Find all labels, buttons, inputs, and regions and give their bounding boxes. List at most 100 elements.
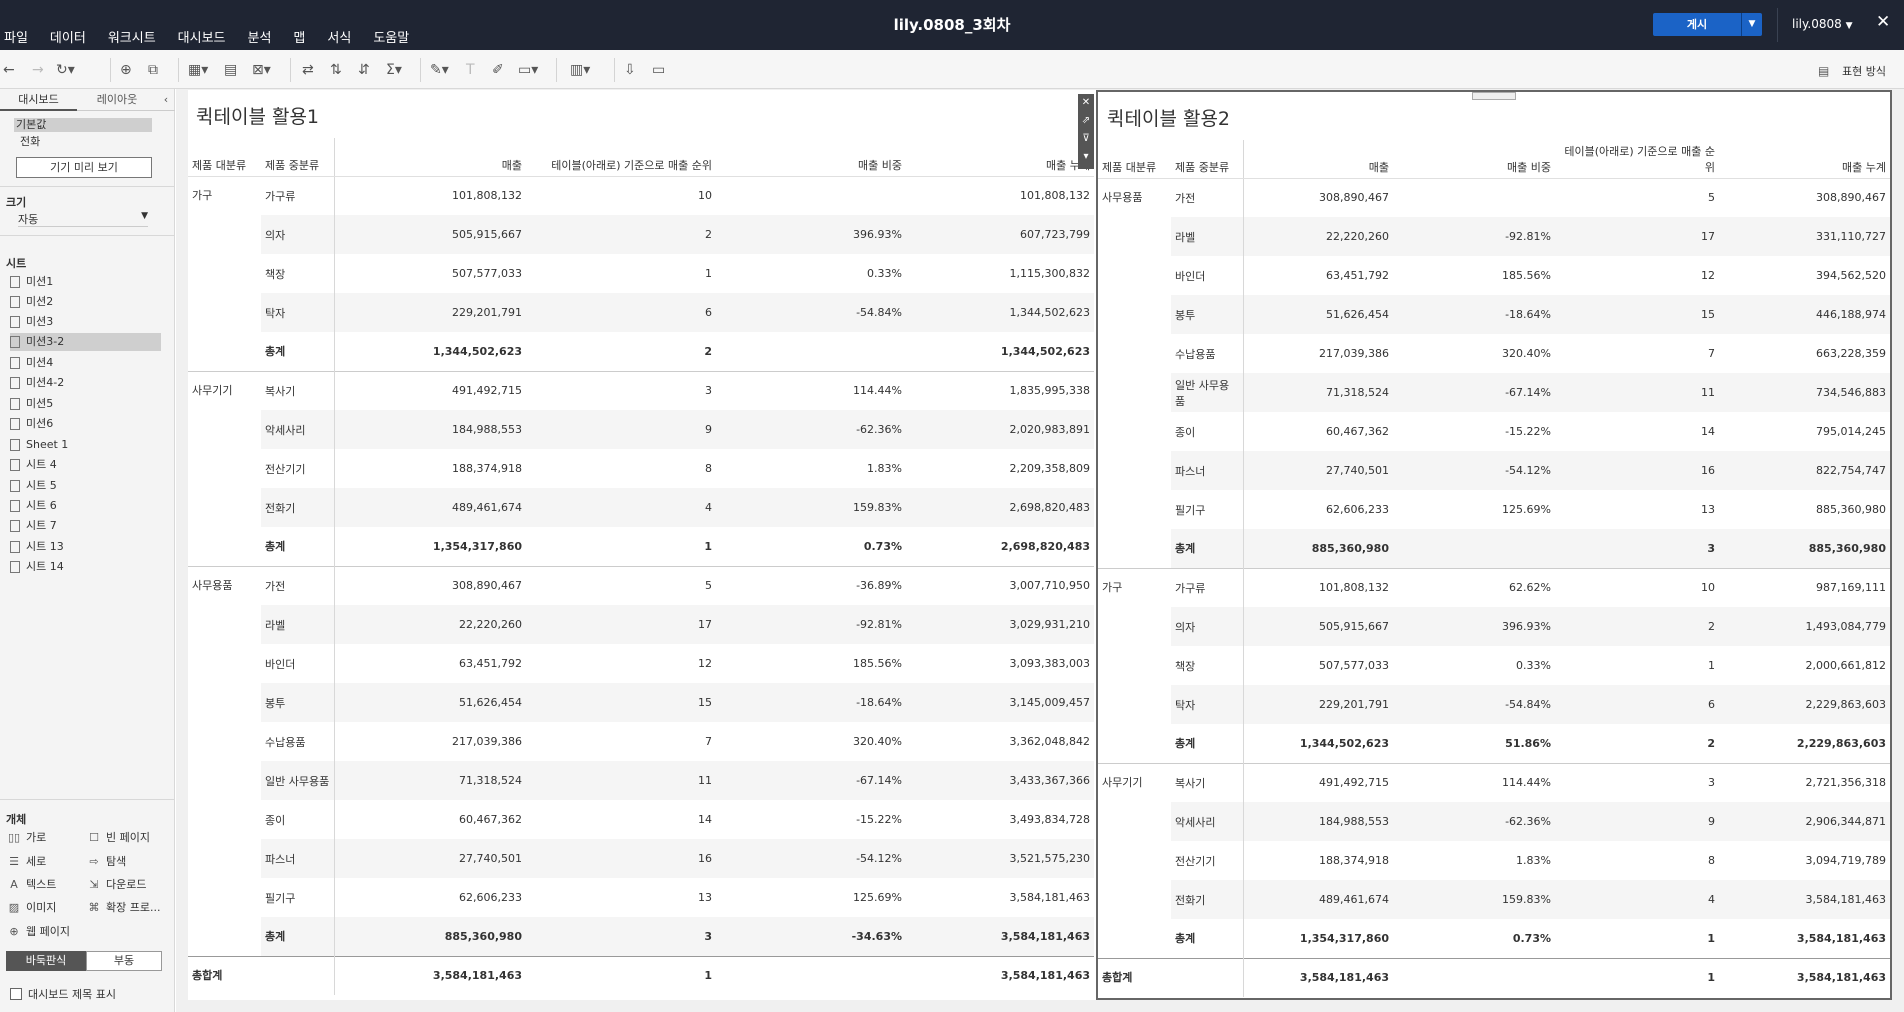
menu-dashboard[interactable]: 대시보드	[178, 27, 226, 46]
value-cell[interactable]: 188,374,918	[1243, 841, 1393, 880]
sheet-item[interactable]: 미션3	[10, 313, 53, 331]
device-phone[interactable]: 전화	[20, 133, 40, 149]
value-cell[interactable]: 14	[1555, 412, 1719, 451]
fit-icon[interactable]: ▭▾	[518, 62, 538, 78]
value-cell[interactable]: 3,094,719,789	[1719, 841, 1890, 880]
value-cell[interactable]: 8	[1555, 841, 1719, 880]
column-header[interactable]: 매출 누계	[1719, 140, 1890, 179]
category-cell[interactable]	[1098, 841, 1171, 880]
value-cell[interactable]: 4	[1555, 880, 1719, 919]
sheet-item[interactable]: 미션2	[10, 293, 53, 311]
menu-data[interactable]: 데이터	[50, 27, 86, 46]
column-header[interactable]: 매출 누계	[906, 138, 1094, 177]
column-header[interactable]: 테이블(아래로) 기준으로 매출 순위	[526, 138, 716, 177]
value-cell[interactable]: 3	[1555, 762, 1719, 802]
collapse-panel-icon[interactable]: ‹	[157, 89, 175, 111]
value-cell[interactable]: -54.12%	[1393, 451, 1555, 490]
value-cell[interactable]: 51,626,454	[334, 683, 526, 722]
value-cell[interactable]: 2	[1555, 724, 1719, 763]
category-cell[interactable]: 사무용품	[1098, 178, 1171, 217]
value-cell[interactable]: 489,461,674	[334, 488, 526, 527]
value-cell[interactable]: 10	[1555, 567, 1719, 607]
value-cell[interactable]: 2,229,863,603	[1719, 724, 1890, 763]
download-icon[interactable]: ⇩	[624, 62, 636, 78]
value-cell[interactable]: 3,145,009,457	[906, 683, 1094, 722]
category-cell[interactable]	[1098, 412, 1171, 451]
value-cell[interactable]: -18.64%	[716, 683, 906, 722]
pause-update-icon[interactable]: ⧉	[148, 62, 158, 78]
column-header[interactable]: 매출 비중	[1393, 140, 1555, 179]
value-cell[interactable]: 159.83%	[1393, 880, 1555, 919]
column-header[interactable]: 제품 중분류	[1171, 140, 1244, 179]
subcategory-cell[interactable]	[1171, 957, 1244, 997]
value-cell[interactable]: 1,344,502,623	[1243, 724, 1393, 763]
category-cell[interactable]	[188, 644, 261, 683]
object-vertical[interactable]: ☰ 세로	[6, 853, 46, 869]
value-cell[interactable]: 2,721,356,318	[1719, 762, 1890, 802]
value-cell[interactable]: -54.84%	[716, 293, 906, 332]
value-cell[interactable]: 101,808,132	[334, 176, 526, 215]
value-cell[interactable]: 101,808,132	[1243, 567, 1393, 607]
value-cell[interactable]: 71,318,524	[334, 761, 526, 800]
value-cell[interactable]: 4	[526, 488, 716, 527]
subcategory-cell[interactable]: 복사기	[1171, 762, 1244, 802]
subcategory-cell[interactable]: 총계	[1171, 724, 1244, 763]
value-cell[interactable]: 7	[526, 722, 716, 761]
more-options-icon[interactable]: ▾	[1078, 148, 1094, 166]
presentation-icon[interactable]: ▭	[652, 62, 665, 78]
sheet-item[interactable]: 미션6	[10, 415, 53, 433]
device-preview-button[interactable]: 기기 미리 보기	[16, 157, 152, 178]
value-cell[interactable]: 2,020,983,891	[906, 410, 1094, 449]
value-cell[interactable]: 1,493,084,779	[1719, 607, 1890, 646]
value-cell[interactable]: 1	[526, 955, 716, 995]
value-cell[interactable]: 9	[526, 410, 716, 449]
value-cell[interactable]: 987,169,111	[1719, 567, 1890, 607]
value-cell[interactable]: 16	[526, 839, 716, 878]
value-cell[interactable]: 2	[526, 332, 716, 371]
subcategory-cell[interactable]: 일반 사무용품	[1171, 373, 1244, 412]
value-cell[interactable]: 2,698,820,483	[906, 527, 1094, 566]
floating-toggle[interactable]: 부동	[86, 951, 162, 971]
value-cell[interactable]: 396.93%	[716, 215, 906, 254]
value-cell[interactable]: 3,584,181,463	[906, 878, 1094, 917]
go-to-sheet-icon[interactable]: ⇗	[1078, 112, 1094, 130]
value-cell[interactable]: 217,039,386	[334, 722, 526, 761]
category-cell[interactable]	[1098, 217, 1171, 256]
value-cell[interactable]: 396.93%	[1393, 607, 1555, 646]
category-cell[interactable]	[188, 293, 261, 332]
category-cell[interactable]: 사무기기	[188, 370, 261, 410]
value-cell[interactable]: 5	[1555, 178, 1719, 217]
presentation-mode-icon[interactable]: ▤	[1818, 63, 1829, 79]
user-menu[interactable]: lily.0808 ▼	[1792, 17, 1853, 31]
sheet-item[interactable]: 시트 7	[10, 517, 57, 535]
category-cell[interactable]: 사무기기	[1098, 762, 1171, 802]
value-cell[interactable]: 62.62%	[1393, 567, 1555, 607]
value-cell[interactable]: 0.33%	[1393, 646, 1555, 685]
value-cell[interactable]: 1	[1555, 957, 1719, 997]
sheet-item[interactable]: 시트 6	[10, 497, 57, 515]
value-cell[interactable]: 795,014,245	[1719, 412, 1890, 451]
value-cell[interactable]: 1,344,502,623	[906, 332, 1094, 371]
value-cell[interactable]: 1	[526, 527, 716, 566]
menu-help[interactable]: 도움말	[373, 27, 409, 46]
subcategory-cell[interactable]: 필기구	[261, 878, 335, 917]
value-cell[interactable]: 1,115,300,832	[906, 254, 1094, 293]
value-cell[interactable]: -67.14%	[716, 761, 906, 800]
clear-sheet-icon[interactable]: ⊠▾	[252, 62, 271, 78]
category-cell[interactable]	[1098, 334, 1171, 373]
subcategory-cell[interactable]: 전화기	[261, 488, 335, 527]
subcategory-cell[interactable]: 총계	[1171, 529, 1244, 568]
menu-file[interactable]: 파일	[4, 27, 28, 46]
subcategory-cell[interactable]: 전화기	[1171, 880, 1244, 919]
value-cell[interactable]: 10	[526, 176, 716, 215]
move-handle[interactable]	[1472, 92, 1516, 100]
tab-dashboard[interactable]: 대시보드	[0, 89, 77, 111]
value-cell[interactable]: 507,577,033	[1243, 646, 1393, 685]
value-cell[interactable]: -18.64%	[1393, 295, 1555, 334]
value-cell[interactable]: 229,201,791	[334, 293, 526, 332]
value-cell[interactable]: 885,360,980	[1719, 490, 1890, 529]
category-cell[interactable]	[1098, 802, 1171, 841]
sheet-item-selected[interactable]: 미션3-2	[10, 333, 161, 351]
value-cell[interactable]: 3,093,383,003	[906, 644, 1094, 683]
value-cell[interactable]: 3,584,181,463	[1243, 957, 1393, 997]
